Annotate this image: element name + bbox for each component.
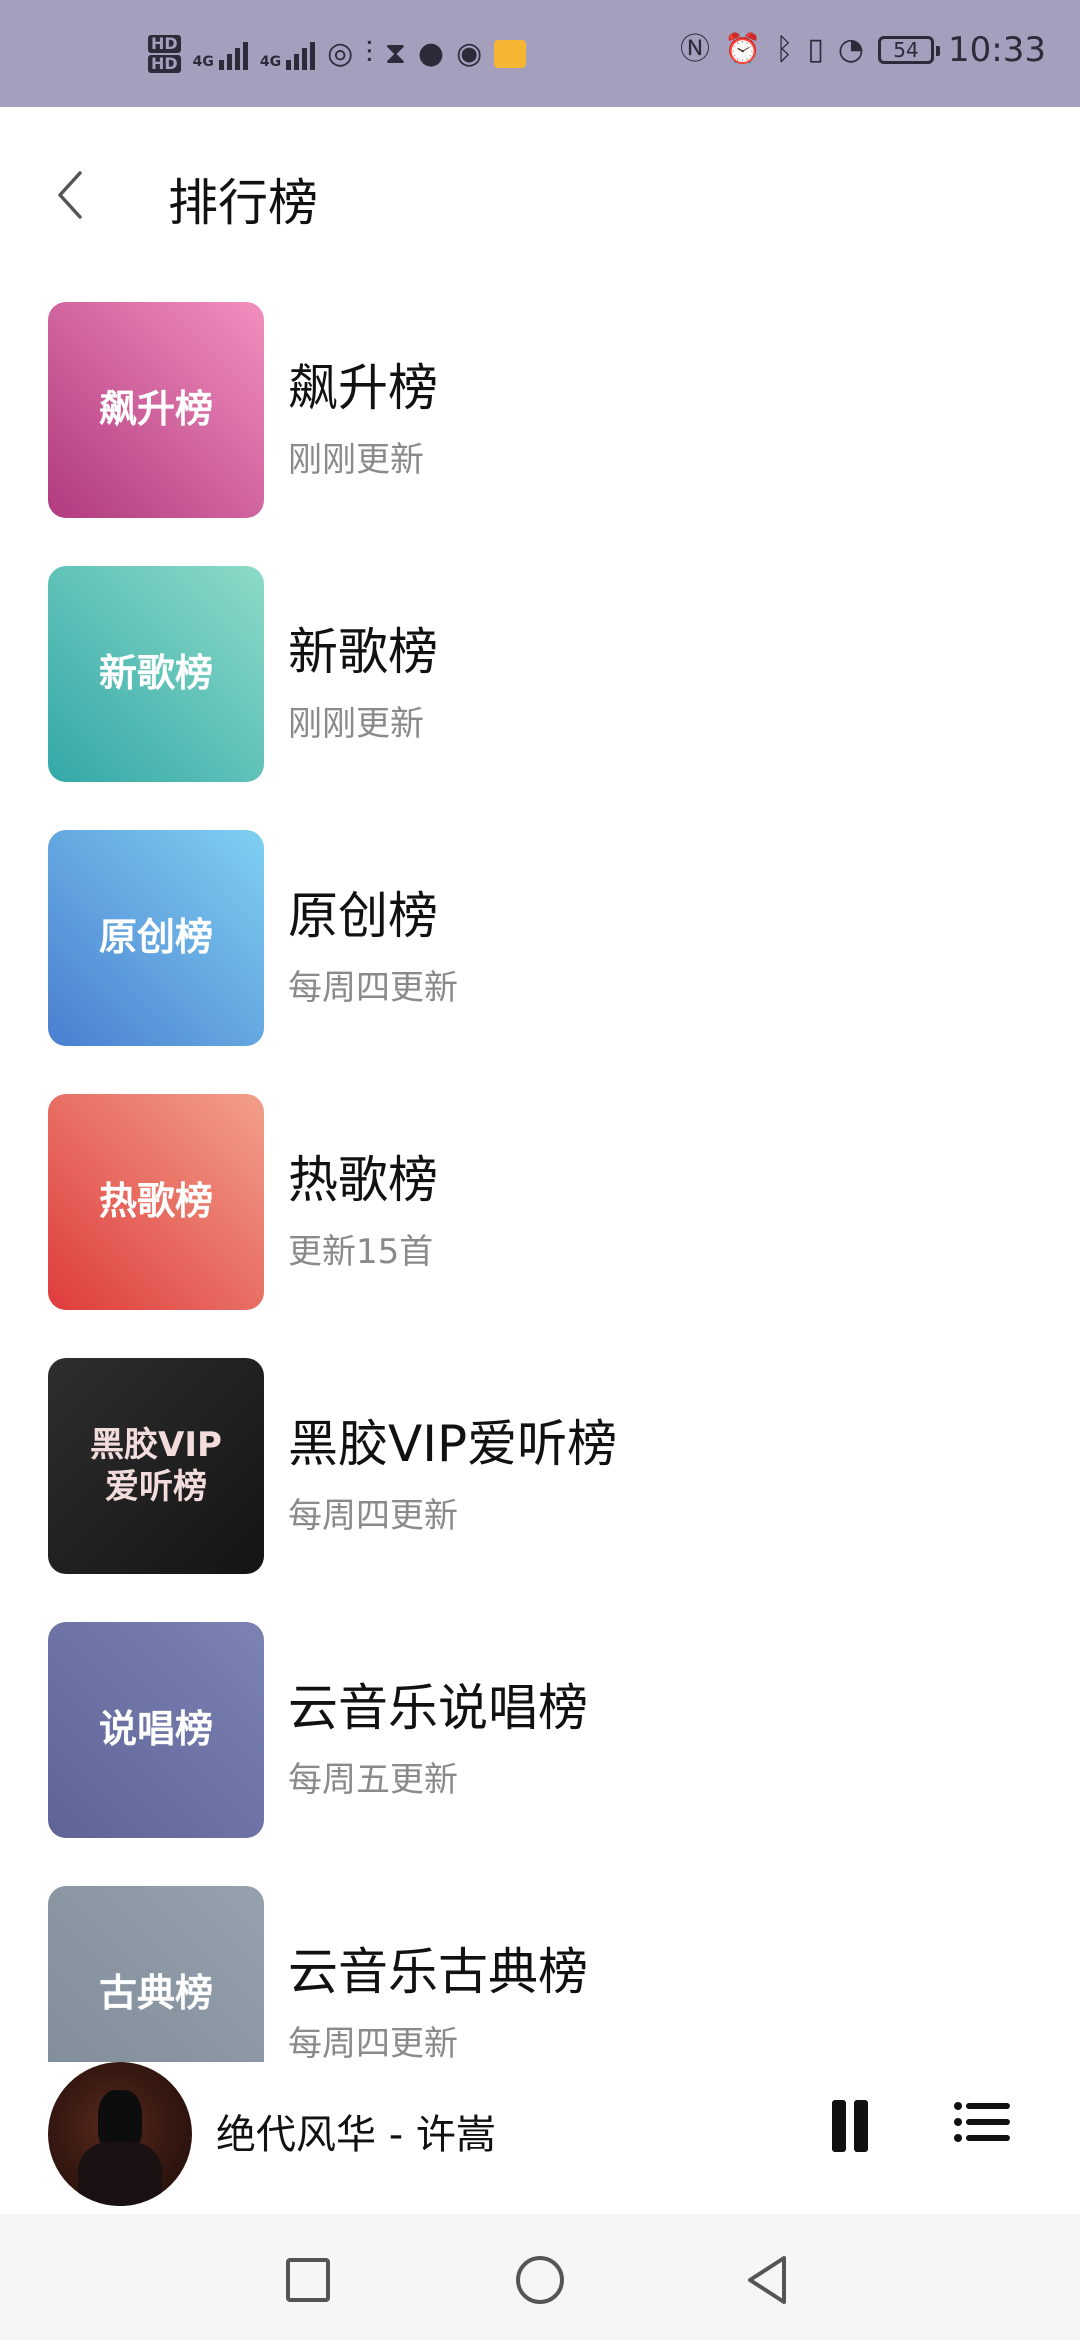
- battery-level: 54: [893, 38, 919, 62]
- mail-icon: [494, 40, 527, 68]
- list-item[interactable]: 新歌榜 新歌榜 刚刚更新: [0, 564, 1080, 782]
- cover-label: 说唱榜: [98, 1707, 213, 1752]
- status-bar: HD HD 4G 4G ◎ ⫶ ⧗ ● ◉ Ⓝ ⏰ ᛒ ▯ ◔ 54 10:33: [0, 0, 1080, 107]
- cover-label: 原创榜: [98, 915, 213, 960]
- hd-indicator: HD HD: [148, 34, 181, 74]
- hourglass-icon: ⧗: [384, 36, 406, 71]
- list-item[interactable]: 飙升榜 飙升榜 刚刚更新: [0, 300, 1080, 518]
- wifi-icon: ◎: [327, 36, 354, 71]
- clock: 10:33: [948, 30, 1046, 70]
- list-item[interactable]: 热歌榜 热歌榜 更新15首: [0, 1092, 1080, 1310]
- home-button[interactable]: [512, 2252, 568, 2308]
- chart-cover: 新歌榜: [48, 566, 264, 782]
- back-nav-button[interactable]: [740, 2252, 796, 2308]
- now-playing-title: 绝代风华 - 许嵩: [216, 2112, 496, 2158]
- alarm-icon: ⏰: [723, 32, 762, 67]
- chart-name: 原创榜: [288, 887, 438, 945]
- list-item[interactable]: 说唱榜 云音乐说唱榜 每周五更新: [0, 1620, 1080, 1838]
- playlist-button[interactable]: [952, 2092, 1014, 2152]
- list-item[interactable]: 黑胶VIP 爱听榜 黑胶VIP爱听榜 每周四更新: [0, 1356, 1080, 1574]
- page-title: 排行榜: [168, 174, 318, 232]
- recent-apps-button[interactable]: [280, 2252, 336, 2308]
- cover-label-line1: 黑胶VIP: [90, 1424, 222, 1465]
- vibrate-icon: ▯: [807, 32, 824, 67]
- chart-name: 云音乐古典榜: [288, 1943, 588, 2001]
- chart-name: 云音乐说唱榜: [288, 1679, 588, 1737]
- chart-update-info: 更新15首: [288, 1232, 434, 1272]
- page-header: 排行榜: [0, 107, 1080, 279]
- chart-update-info: 刚刚更新: [288, 704, 424, 744]
- hd-label-2: HD: [148, 55, 181, 73]
- data-bars-icon: ⫶: [365, 36, 373, 71]
- chart-name: 飙升榜: [288, 359, 438, 417]
- message-icon: ●: [417, 36, 445, 71]
- cover-label: 古典榜: [98, 1971, 213, 2016]
- chart-cover: 说唱榜: [48, 1622, 264, 1838]
- cover-label: 新歌榜: [98, 651, 213, 696]
- cover-label: 飙升榜: [98, 387, 213, 432]
- cover-label-line2: 爱听榜: [105, 1467, 207, 1507]
- album-art[interactable]: [48, 2062, 192, 2206]
- chart-cover: 黑胶VIP 爱听榜: [48, 1358, 264, 1574]
- triangle-back-icon: [748, 2256, 786, 2304]
- signal-icon-2: 4G: [259, 38, 316, 70]
- chart-update-info: 每周五更新: [288, 1760, 458, 1800]
- playlist-icon: [954, 2102, 1010, 2142]
- chart-update-info: 每周四更新: [288, 968, 458, 1008]
- hd-label-1: HD: [148, 35, 181, 53]
- back-button[interactable]: [52, 167, 92, 223]
- chart-update-info: 每周四更新: [288, 2024, 458, 2062]
- chevron-left-icon: [58, 171, 82, 219]
- chart-cover: 原创榜: [48, 830, 264, 1046]
- chart-name: 新歌榜: [288, 623, 438, 681]
- signal-icon: 4G: [193, 38, 248, 70]
- list-item[interactable]: 古典榜 云音乐古典榜 每周四更新: [0, 1884, 1080, 2062]
- cover-label: 热歌榜: [98, 1179, 213, 1224]
- browser-icon: ◉: [456, 36, 483, 71]
- chart-cover: 飙升榜: [48, 302, 264, 518]
- speed-icon: ◔: [837, 32, 865, 67]
- network-type-1: 4G: [192, 54, 214, 70]
- chart-update-info: 每周四更新: [288, 1496, 458, 1536]
- bluetooth-icon: ᛒ: [775, 32, 794, 67]
- battery-icon: 54: [878, 36, 941, 64]
- network-type-2: 4G: [259, 54, 282, 70]
- chart-list: 飙升榜 飙升榜 刚刚更新 新歌榜 新歌榜 刚刚更新 原创榜 原创榜 每周四更新 …: [0, 298, 1080, 2062]
- chart-name: 热歌榜: [288, 1151, 438, 1209]
- chart-cover: 古典榜: [48, 1886, 264, 2062]
- pause-button[interactable]: [826, 2090, 874, 2160]
- chart-update-info: 刚刚更新: [288, 440, 424, 480]
- system-nav-bar: [0, 2214, 1080, 2340]
- status-bar-right: Ⓝ ⏰ ᛒ ▯ ◔ 54 10:33: [680, 30, 1046, 70]
- nfc-icon: Ⓝ: [679, 32, 710, 67]
- status-bar-left: HD HD 4G 4G ◎ ⫶ ⧗ ● ◉: [148, 34, 527, 74]
- square-icon: [286, 2258, 330, 2302]
- circle-icon: [516, 2256, 564, 2304]
- chart-cover: 热歌榜: [48, 1094, 264, 1310]
- chart-name: 黑胶VIP爱听榜: [288, 1415, 618, 1473]
- list-item[interactable]: 原创榜 原创榜 每周四更新: [0, 828, 1080, 1046]
